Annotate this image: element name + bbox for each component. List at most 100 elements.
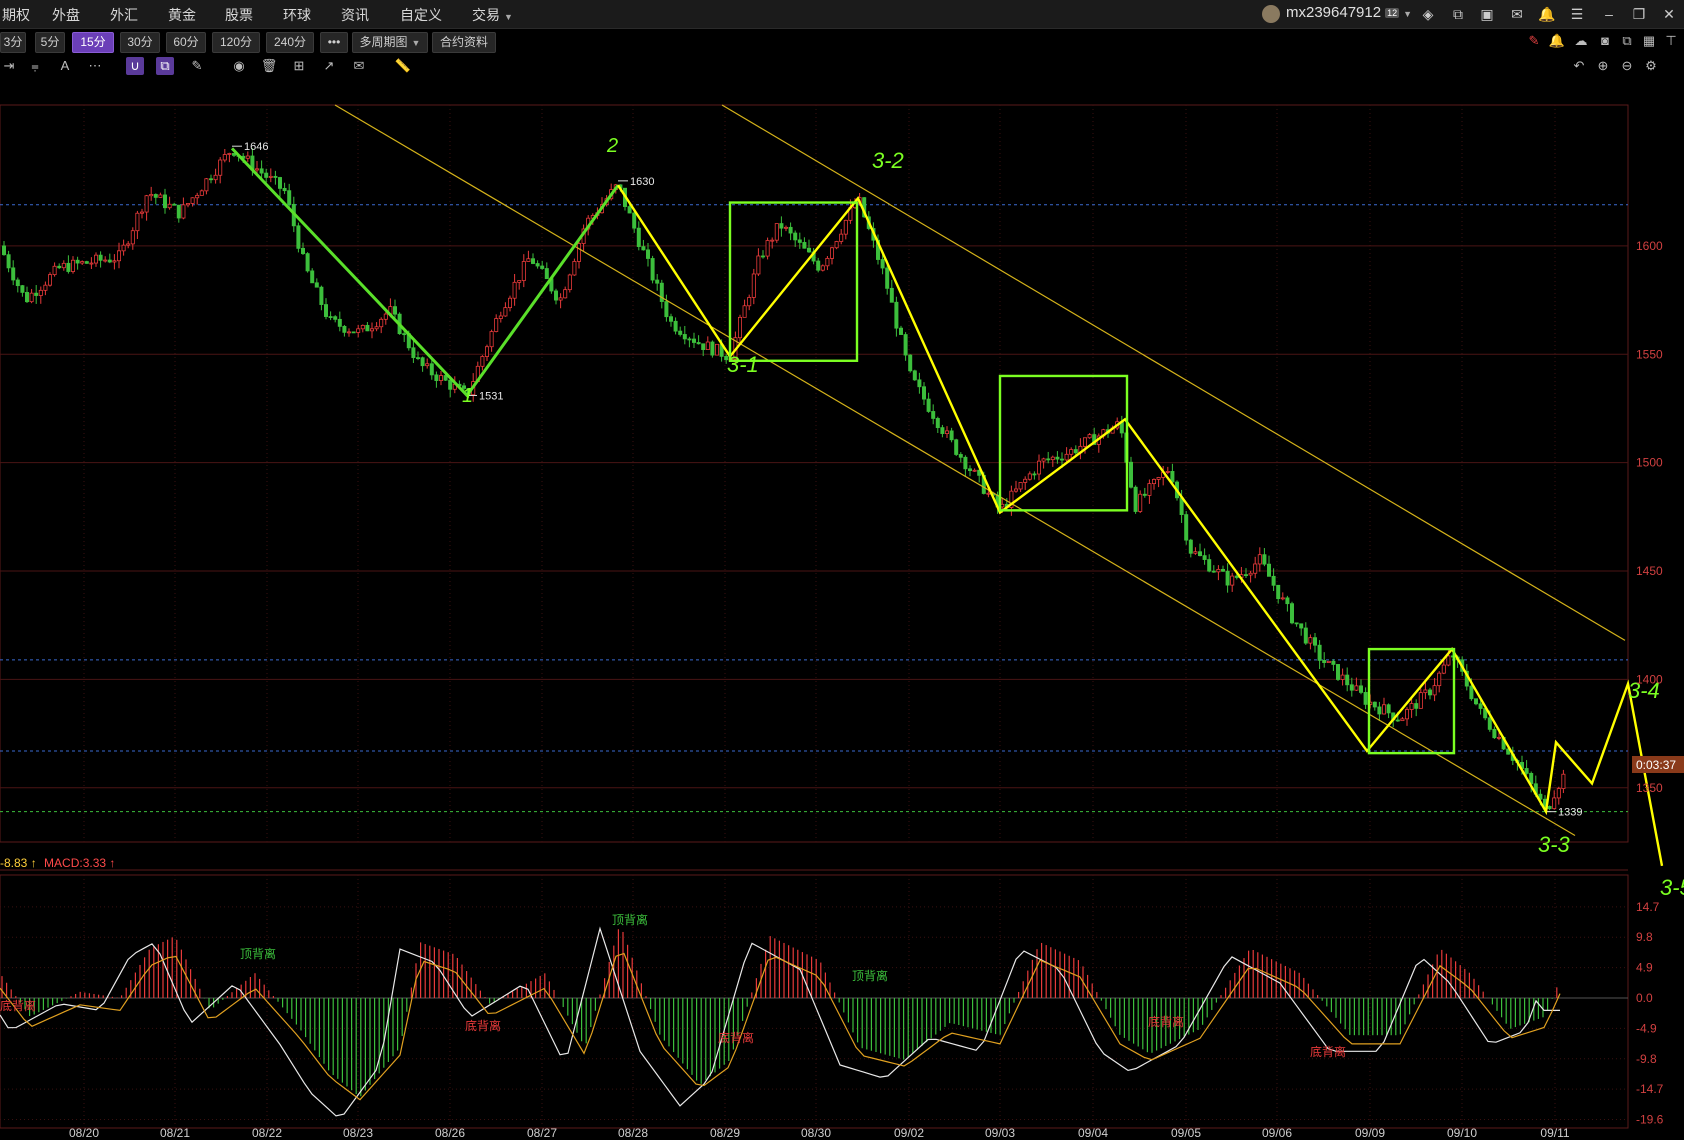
candle-body [687, 338, 692, 341]
candle-body [986, 492, 991, 495]
candle-body [1359, 685, 1364, 693]
candle-body [692, 338, 697, 343]
candle-body [103, 259, 108, 262]
candle-body [1230, 575, 1235, 586]
candle-body [1303, 627, 1308, 644]
candle-body [208, 178, 213, 181]
candle-body [1262, 554, 1267, 565]
candle-body [300, 247, 305, 255]
candle-body [162, 194, 167, 209]
candle-body [273, 175, 278, 178]
date-tick-label: 09/11 [1540, 1126, 1569, 1140]
analysis-overlay: 1646163015311339123-13-23-33-43-5 [230, 104, 1684, 900]
candle-body [494, 318, 499, 332]
candle-body [425, 363, 430, 367]
candle-body [655, 279, 660, 284]
candle-body [75, 259, 80, 264]
candle-body [369, 328, 374, 332]
date-tick-label: 08/27 [527, 1126, 557, 1140]
date-tick-label: 09/04 [1078, 1126, 1108, 1140]
candle-body [135, 212, 140, 232]
candle-body [650, 258, 655, 281]
candle-body [448, 379, 453, 390]
macd-readout: -8.83 ↑ MACD:3.33 ↑ [0, 856, 115, 870]
candle-body [1497, 736, 1502, 739]
candle-body [968, 468, 973, 471]
candle-body [107, 259, 112, 263]
extreme-label: 1531 [479, 390, 503, 402]
candle-body [254, 168, 259, 171]
candle-body [1060, 458, 1065, 461]
date-tick-label: 08/29 [710, 1126, 740, 1140]
candle-body [816, 260, 821, 271]
candle-body [1280, 597, 1285, 600]
candle-body [498, 315, 503, 319]
candle-body [1349, 684, 1354, 691]
candle-body [277, 177, 282, 189]
candle-body [204, 178, 209, 192]
candle-body [788, 226, 793, 234]
candle-body [802, 242, 807, 249]
candle-body [328, 316, 333, 318]
candle-body [1345, 674, 1350, 686]
candle-body [1271, 575, 1276, 586]
candle-body [627, 206, 632, 214]
candle-body [1414, 703, 1419, 709]
date-tick-label: 08/28 [618, 1126, 648, 1140]
candle-body [1285, 597, 1290, 605]
candle-body [507, 297, 512, 309]
candle-body [751, 273, 756, 298]
candle-body [908, 354, 913, 372]
candle-body [678, 330, 683, 335]
candle-body [572, 261, 577, 276]
candle-body [80, 261, 85, 264]
candle-body [392, 306, 397, 315]
candle-body [963, 456, 968, 470]
candle-body [218, 159, 223, 176]
kline-chart[interactable]: 1646163015311339123-13-23-33-43-5 顶背离底背离… [0, 0, 1684, 1140]
macd-tick-label: -19.6 [1636, 1113, 1664, 1127]
divergence-label: 底背离 [1310, 1044, 1346, 1059]
macd-value: MACD:3.33 [44, 856, 107, 870]
candle-body [296, 225, 301, 249]
candle-body [1018, 482, 1023, 490]
candle-body [2, 245, 7, 256]
candle-body [756, 255, 761, 275]
date-tick-label: 08/26 [435, 1126, 465, 1140]
candle-body [365, 324, 370, 332]
candle-body [1290, 603, 1295, 624]
candle-body [535, 263, 540, 267]
candle-body [793, 232, 798, 241]
candle-body [181, 204, 186, 219]
wave-annotation: 3-2 [872, 148, 904, 173]
divergence-label: 顶背离 [612, 912, 648, 927]
candle-body [305, 253, 310, 272]
candle-body [1133, 486, 1138, 512]
candle-body [1129, 461, 1134, 488]
candle-body [1267, 563, 1272, 577]
candle-body [1377, 706, 1382, 715]
candle-body [765, 240, 770, 257]
price-tick-label: 1400 [1636, 672, 1663, 686]
candle-body [1552, 797, 1557, 809]
candle-body [1170, 471, 1175, 483]
candle-body [747, 297, 752, 307]
candle-body [264, 172, 269, 178]
candle-body [94, 254, 99, 264]
candle-body [1294, 622, 1299, 625]
candle-body [6, 254, 11, 269]
candle-body [972, 469, 977, 472]
candle-body [958, 454, 963, 458]
candle-body [1257, 554, 1262, 565]
divergence-label: 底背离 [718, 1030, 754, 1045]
candle-body [1142, 493, 1147, 496]
candle-body [779, 223, 784, 229]
wave-annotation: 1 [462, 385, 473, 407]
candle-body [89, 262, 94, 265]
candle-body [323, 304, 328, 317]
candle-body [880, 259, 885, 269]
date-tick-label: 09/06 [1262, 1126, 1292, 1140]
candle-body [1050, 456, 1055, 461]
candle-body [1336, 664, 1341, 680]
candle-body [268, 175, 273, 178]
